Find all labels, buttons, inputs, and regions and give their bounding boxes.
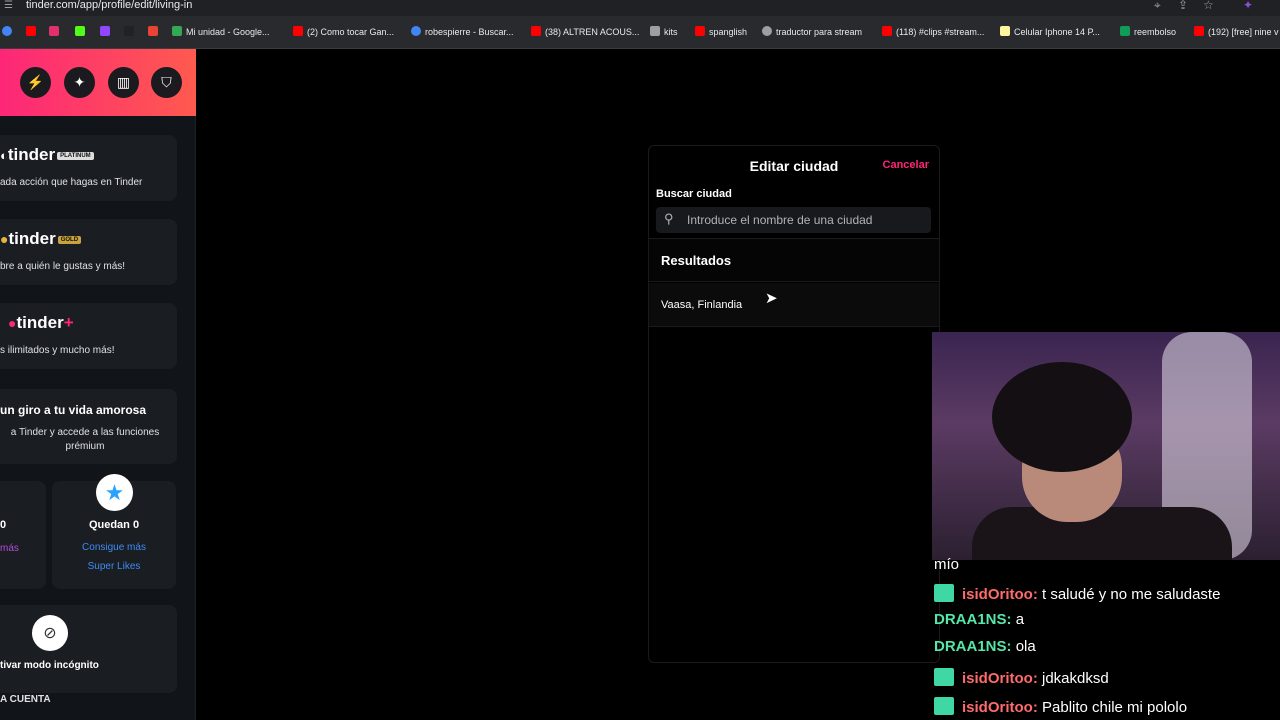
location-icon[interactable]: ⌖ [1154, 0, 1161, 13]
search-icon: ⚲ [664, 211, 674, 226]
share-icon[interactable]: ⇪ [1178, 0, 1188, 12]
chat-message: isidOritoo: jdkakdksd [934, 668, 1109, 687]
edit-city-panel: Editar ciudad Cancelar Buscar ciudad ⚲ R… [648, 145, 940, 663]
incognito-card[interactable]: ⊘ tivar modo incógnito [0, 605, 177, 693]
chat-message: mío [934, 556, 959, 573]
bookmark-item[interactable]: (2) Como tocar Gan... [293, 26, 394, 37]
boosts-card[interactable]: 0 más [0, 481, 46, 589]
platinum-brand: ◐tinder PLATINUM [0, 145, 94, 165]
extension-icon[interactable]: ✦ [1243, 0, 1253, 12]
superlikes-link-1[interactable]: Consigue más [52, 542, 176, 553]
eye-slash-icon: ⊘ [32, 615, 68, 651]
gold-badge: GOLD [57, 236, 82, 244]
chat-text: ola [1015, 638, 1036, 655]
chat-username: isidOritoo: [962, 699, 1038, 716]
bookmarks-bar: Mi unidad - Google... (2) Como tocar Gan… [0, 16, 1280, 49]
youtube-bookmark-icon[interactable] [26, 26, 40, 37]
bookmark-star-icon[interactable]: ☆ [1203, 0, 1214, 12]
promo-card[interactable]: un giro a tu vida amorosa a Tinder y acc… [0, 389, 177, 464]
superlikes-link-2[interactable]: Super Likes [52, 561, 176, 572]
city-result-label: Vaasa, Finlandia [661, 299, 743, 311]
incognito-label: tivar modo incógnito [0, 660, 99, 671]
briefcase-icon[interactable]: ▥ [108, 67, 139, 98]
city-result-item[interactable]: Vaasa, Finlandia [649, 283, 939, 327]
bookmark-item[interactable]: (192) [free] nine v [1194, 26, 1279, 37]
shirt-shape [972, 507, 1232, 560]
bookmark-item[interactable]: (38) ALTREN ACOUS... [531, 26, 639, 37]
tinder-platinum-card[interactable]: ◐tinder PLATINUM ada acción que hagas en … [0, 135, 177, 201]
bookmark-item[interactable]: spanglish [695, 26, 747, 37]
chat-text: mío [934, 556, 960, 573]
webcam-overlay [932, 332, 1280, 560]
chat-username: DRAA1NS: [934, 611, 1012, 628]
boost-icon[interactable]: ⚡ [20, 67, 51, 98]
results-heading: Resultados [661, 253, 732, 268]
plus-brand: ●tinder+ [8, 313, 74, 332]
hair-shape [992, 362, 1132, 472]
chat-username: isidOritoo: [962, 670, 1038, 687]
plus-subtitle: s ilimitados y mucho más! [0, 345, 115, 356]
chat-badge-icon [934, 697, 954, 715]
search-label: Buscar ciudad [656, 188, 732, 200]
twitch-bookmark-icon[interactable] [100, 26, 114, 37]
gold-subtitle: bre a quién le gustas y más! [0, 261, 126, 272]
chat-message: DRAA1NS: ola [934, 638, 1036, 655]
bookmark-item[interactable]: robespierre - Buscar... [411, 26, 514, 37]
sidebar-header: ⚡ ✦ ▥ ⛉ [0, 49, 196, 116]
city-search-box[interactable]: ⚲ [656, 207, 931, 233]
bookmark-item[interactable]: reembolso [1120, 26, 1176, 37]
bookmark-item[interactable]: Celular Iphone 14 P... [1000, 26, 1100, 37]
bookmark-item[interactable]: Mi unidad - Google... [172, 26, 270, 37]
sidebar: ⚡ ✦ ▥ ⛉ ◐tinder PLATINUM ada acción que h… [0, 49, 196, 720]
address-bar[interactable]: ☰ tinder.com/app/profile/edit/living-in … [0, 0, 1280, 16]
url-text[interactable]: tinder.com/app/profile/edit/living-in [26, 0, 192, 11]
platinum-badge: PLATINUM [57, 152, 94, 160]
promo-description: a Tinder y accede a las funciones prémiu… [10, 427, 160, 452]
chat-message: isidOritoo: Pablito chile mi pololo [934, 697, 1187, 716]
tinder-plus-card[interactable]: ●tinder+ s ilimitados y mucho más! [0, 303, 177, 369]
shield-icon[interactable]: ⛉ [151, 67, 182, 98]
gold-brand: ●tinder GOLD [0, 229, 82, 249]
platinum-subtitle: ada acción que hagas en Tinder [0, 177, 143, 188]
google-bookmark-icon[interactable] [2, 26, 16, 37]
account-heading: A CUENTA [0, 694, 51, 705]
explore-icon[interactable]: ✦ [64, 67, 95, 98]
superlikes-card[interactable]: ★ Quedan 0 Consigue más Super Likes [52, 474, 176, 589]
site-info-icon[interactable]: ☰ [4, 0, 13, 11]
chat-text: jdkakdksd [1042, 670, 1109, 687]
results-header: Resultados [649, 238, 939, 282]
boosts-count: 0 [0, 519, 7, 531]
tiktok-bookmark-icon[interactable] [124, 26, 138, 37]
boosts-link[interactable]: más [0, 543, 19, 554]
mouse-cursor-icon: ➤ [765, 290, 778, 307]
bookmark-item[interactable]: traductor para stream [762, 26, 862, 37]
chat-username: DRAA1NS: [934, 638, 1012, 655]
cancel-button[interactable]: Cancelar [883, 159, 929, 171]
promo-title: un giro a tu vida amorosa [0, 403, 147, 417]
bookmark-item[interactable]: kits [650, 26, 678, 37]
chat-badge-icon [934, 668, 954, 686]
chat-text: t saludé y no me saludaste [1042, 586, 1221, 603]
chat-message: isidOritoo: t saludé y no me saludaste [934, 584, 1220, 603]
plus-badge: + [63, 313, 74, 332]
chat-text: Pablito chile mi pololo [1042, 699, 1188, 716]
superlikes-count: Quedan 0 [88, 519, 140, 531]
city-search-input[interactable] [687, 211, 925, 229]
chat-username: isidOritoo: [962, 586, 1038, 603]
kick-bookmark-icon[interactable] [75, 26, 89, 37]
tinder-gold-card[interactable]: ●tinder GOLD bre a quién le gustas y más! [0, 219, 177, 285]
chat-text: a [1015, 611, 1025, 628]
chat-badge-icon [934, 584, 954, 602]
chat-message: DRAA1NS: a [934, 611, 1024, 628]
instagram-bookmark-icon[interactable] [49, 26, 63, 37]
gmail-bookmark-icon[interactable] [148, 26, 162, 37]
bookmark-item[interactable]: (118) #clips #stream... [882, 26, 984, 37]
super-like-star-icon: ★ [96, 474, 133, 511]
